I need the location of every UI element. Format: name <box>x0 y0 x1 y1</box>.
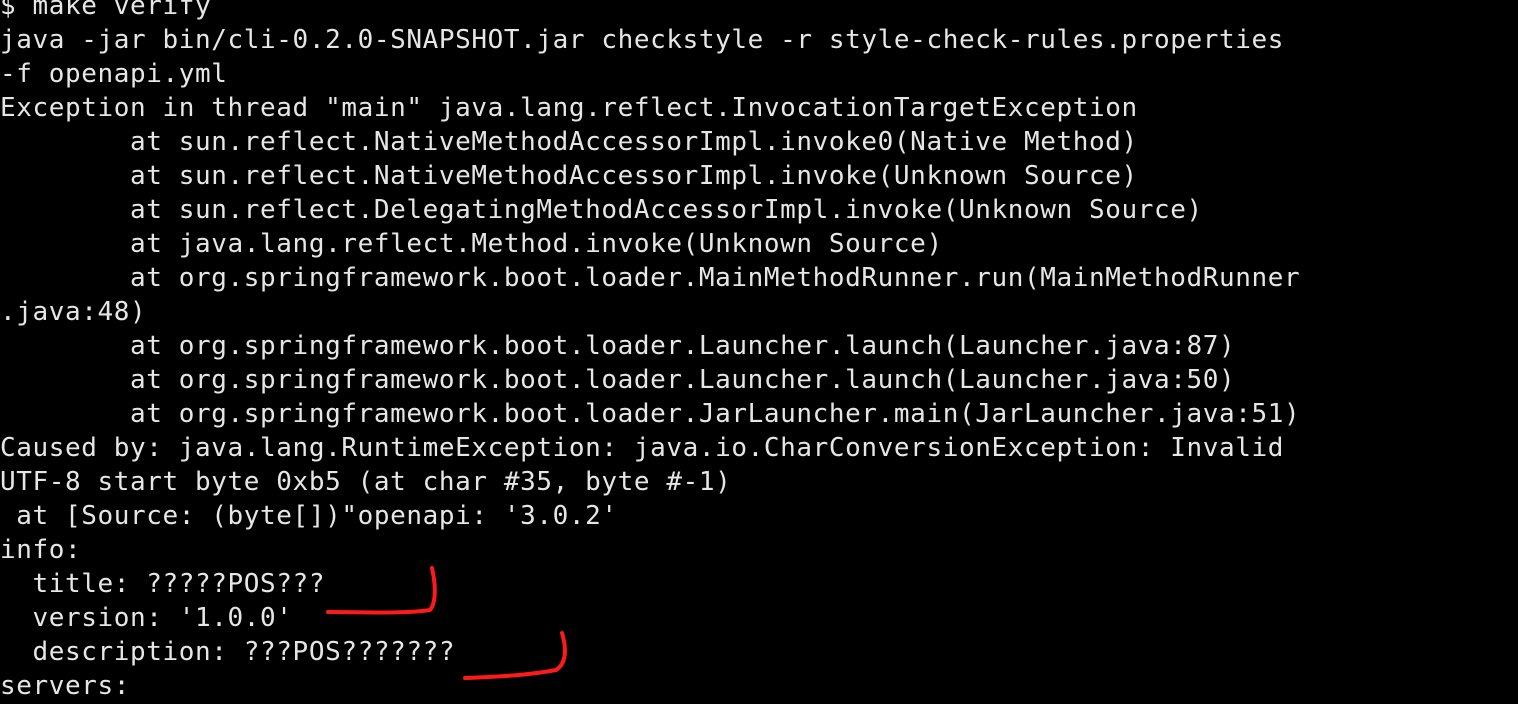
yaml-description-line: description: ???POS??????? <box>0 637 456 667</box>
stack-trace-line: at sun.reflect.NativeMethodAccessorImpl.… <box>0 127 1138 157</box>
stack-trace-line: at java.lang.reflect.Method.invoke(Unkno… <box>0 229 943 259</box>
stack-trace-line: at org.springframework.boot.loader.Launc… <box>0 331 1236 361</box>
exception-header-line: Exception in thread "main" java.lang.ref… <box>0 93 1138 123</box>
yaml-title-line: title: ?????POS??? <box>0 569 326 599</box>
stack-trace-line: at org.springframework.boot.loader.JarLa… <box>0 399 1301 429</box>
java-command-line: java -jar bin/cli-0.2.0-SNAPSHOT.jar che… <box>0 25 1285 55</box>
command-prompt-line: $ make verify <box>0 0 212 21</box>
java-command-continuation-line: -f openapi.yml <box>0 59 228 89</box>
stack-trace-line: at sun.reflect.DelegatingMethodAccessorI… <box>0 195 1203 225</box>
terminal-output[interactable]: $ make verify java -jar bin/cli-0.2.0-SN… <box>0 0 1518 704</box>
stack-trace-line: at org.springframework.boot.loader.Launc… <box>0 365 1236 395</box>
source-line: at [Source: (byte[])"openapi: '3.0.2' <box>0 501 618 531</box>
yaml-servers-line: servers: <box>0 671 131 701</box>
stack-trace-wrap-line: .java:48) <box>0 297 147 327</box>
stack-trace-line: at sun.reflect.NativeMethodAccessorImpl.… <box>0 161 1138 191</box>
yaml-info-line: info: <box>0 535 82 565</box>
stack-trace-line: at org.springframework.boot.loader.MainM… <box>0 263 1301 293</box>
yaml-version-line: version: '1.0.0' <box>0 603 293 633</box>
caused-by-line: Caused by: java.lang.RuntimeException: j… <box>0 433 1285 463</box>
caused-by-continuation-line: UTF-8 start byte 0xb5 (at char #35, byte… <box>0 467 732 497</box>
